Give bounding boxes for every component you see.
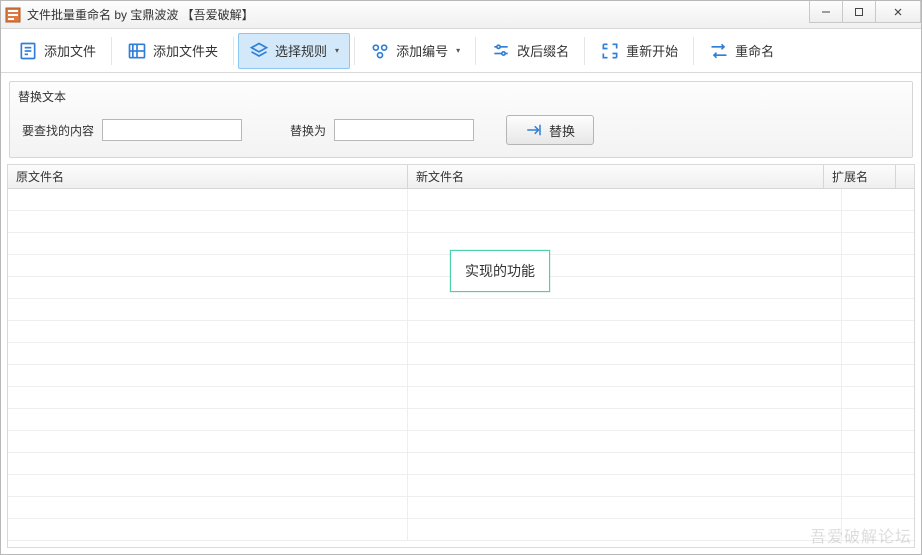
separator [111,37,112,65]
table-row [8,211,914,233]
col-spacer [896,165,914,188]
file-add-icon [18,41,38,61]
add-folder-label: 添加文件夹 [153,41,218,60]
table-row [8,189,914,211]
replace-icon [525,121,543,139]
select-rule-label: 选择规则 [275,41,327,60]
replace-input[interactable] [334,119,474,141]
rename-label: 重命名 [735,41,774,60]
table-row [8,431,914,453]
titlebar: 文件批量重命名 by 宝鼎波波 【吾爱破解】 [1,1,921,29]
add-number-button[interactable]: 添加编号 ▾ [359,33,471,69]
layers-icon [249,41,269,61]
table-row [8,387,914,409]
replace-button-label: 替换 [549,121,575,140]
app-icon [5,7,21,23]
restart-icon [600,41,620,61]
add-number-label: 添加编号 [396,41,448,60]
folder-add-icon [127,41,147,61]
table-row [8,365,914,387]
add-file-label: 添加文件 [44,41,96,60]
minimize-button[interactable] [809,1,843,23]
rule-panel-body: 要查找的内容 替换为 替换 [10,105,912,157]
rule-panel: 替换文本 要查找的内容 替换为 替换 [9,81,913,158]
rule-panel-title: 替换文本 [10,82,912,105]
add-file-button[interactable]: 添加文件 [7,33,107,69]
add-folder-button[interactable]: 添加文件夹 [116,33,229,69]
table-row [8,475,914,497]
table-row [8,343,914,365]
window-controls [810,1,921,23]
toolbar: 添加文件 添加文件夹 选择规则 ▾ 添加编号 ▾ [1,29,921,73]
separator [584,37,585,65]
separator [475,37,476,65]
file-table: 原文件名 新文件名 扩展名 [7,164,915,548]
replace-label: 替换为 [290,122,326,139]
table-body[interactable] [8,189,914,547]
separator [233,37,234,65]
table-row [8,321,914,343]
table-rows [8,189,914,541]
separator [354,37,355,65]
search-label: 要查找的内容 [22,122,94,139]
window: 文件批量重命名 by 宝鼎波波 【吾爱破解】 添加文件 添加文件夹 [0,0,922,555]
close-button[interactable] [875,1,921,23]
table-row [8,497,914,519]
change-ext-label: 改后缀名 [517,41,569,60]
chevron-down-icon: ▾ [335,46,339,55]
chevron-down-icon: ▾ [456,46,460,55]
replace-button[interactable]: 替换 [506,115,594,145]
window-title: 文件批量重命名 by 宝鼎波波 【吾爱破解】 [27,6,254,23]
table-row [8,409,914,431]
rename-icon [709,41,729,61]
search-input[interactable] [102,119,242,141]
number-icon [370,41,390,61]
select-rule-button[interactable]: 选择规则 ▾ [238,33,350,69]
callout-text: 实现的功能 [465,263,535,279]
separator [693,37,694,65]
table-row [8,299,914,321]
table-row [8,519,914,541]
rename-button[interactable]: 重命名 [698,33,785,69]
table-header: 原文件名 新文件名 扩展名 [8,165,914,189]
maximize-button[interactable] [842,1,876,23]
table-row [8,453,914,475]
restart-label: 重新开始 [626,41,678,60]
col-original-name[interactable]: 原文件名 [8,165,408,188]
change-ext-button[interactable]: 改后缀名 [480,33,580,69]
settings-icon [491,41,511,61]
col-extension[interactable]: 扩展名 [824,165,896,188]
col-new-name[interactable]: 新文件名 [408,165,824,188]
callout-annotation: 实现的功能 [450,250,550,292]
restart-button[interactable]: 重新开始 [589,33,689,69]
